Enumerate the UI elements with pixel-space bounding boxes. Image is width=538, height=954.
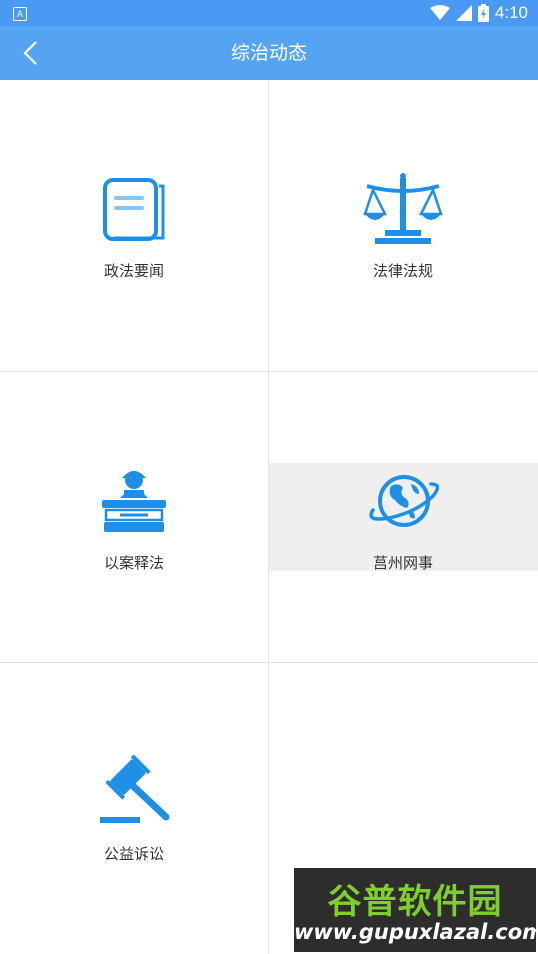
document-icon — [103, 178, 165, 241]
wifi-icon — [429, 5, 450, 20]
watermark-url: www.gupuxlazal.com — [294, 920, 538, 944]
menu-item-public-interest-litigation[interactable]: 公益诉讼 — [0, 663, 268, 954]
menu-item-label: 法律法规 — [372, 262, 433, 280]
menu-item-label: 莒州网事 — [372, 554, 433, 572]
battery-icon — [477, 4, 489, 22]
menu-item-label: 政法要闻 — [103, 262, 164, 280]
watermark: 谷普软件园 www.gupuxlazal.com — [294, 868, 538, 952]
watermark-brand: 谷普软件园 — [327, 882, 503, 922]
menu-item-label: 公益诉讼 — [103, 845, 164, 863]
judge-podium-icon — [102, 471, 166, 532]
menu-item-juzhou-web-news[interactable]: 莒州网事 — [269, 372, 537, 663]
gavel-icon — [100, 755, 170, 823]
menu-grid: 政法要闻 法律法规 以案释法 莒州网事 公益诉讼 — [0, 80, 538, 954]
status-icons: 4:10 — [429, 3, 528, 23]
signal-icon — [455, 5, 472, 21]
app-bar: 综治动态 — [0, 26, 538, 80]
scales-icon — [363, 173, 443, 244]
menu-item-case-law[interactable]: 以案释法 — [0, 372, 268, 663]
menu-item-laws-regulations[interactable]: 法律法规 — [269, 80, 537, 371]
menu-item-label: 以案释法 — [103, 554, 164, 572]
page-title: 综治动态 — [230, 42, 307, 64]
menu-item-politics-news[interactable]: 政法要闻 — [0, 80, 268, 371]
status-time: 4:10 — [494, 3, 528, 22]
app-notification-icon: A — [13, 7, 27, 21]
globe-icon — [369, 475, 439, 527]
status-bar: A 4:10 — [0, 0, 538, 26]
